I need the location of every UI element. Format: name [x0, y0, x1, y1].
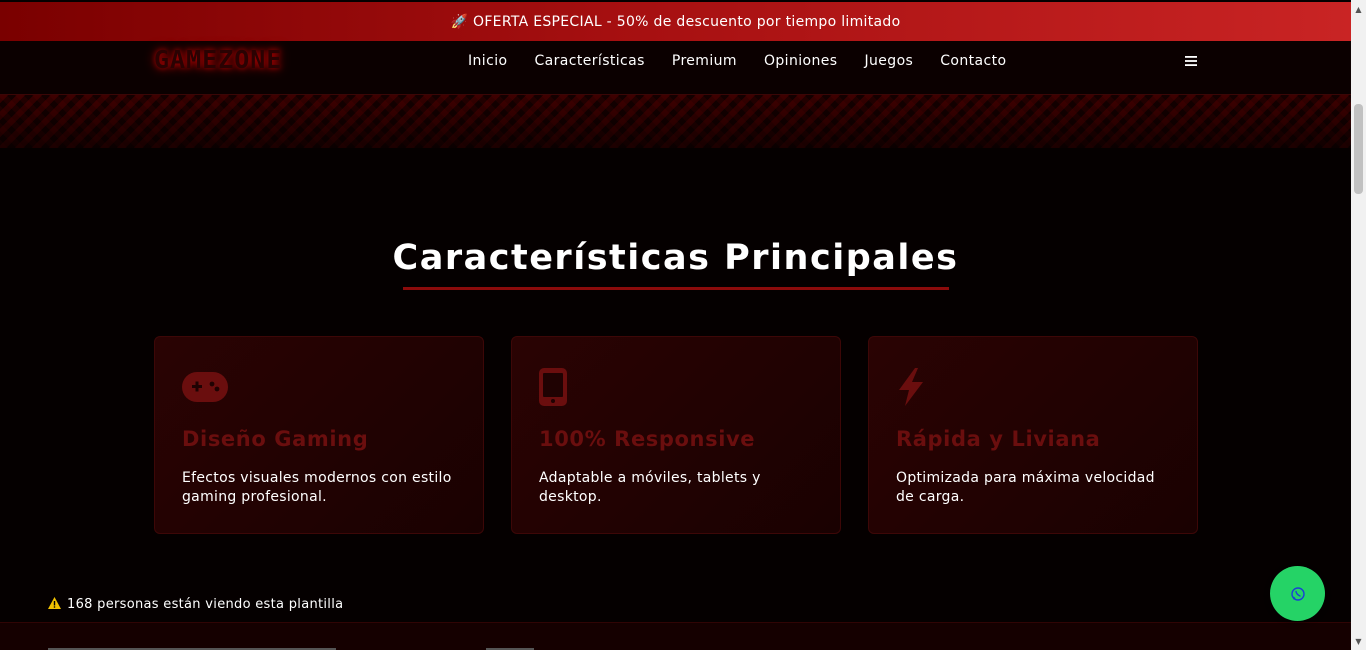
- pattern-band: [0, 95, 1351, 148]
- bolt-icon: [896, 367, 1170, 407]
- feature-title: Rápida y Liviana: [896, 427, 1101, 451]
- feature-title: 100% Responsive: [539, 427, 756, 451]
- nav-item-premium[interactable]: Premium: [672, 53, 737, 69]
- viewers-text: 168 personas están viendo esta plantilla: [67, 597, 344, 612]
- feature-title: Diseño Gaming: [182, 427, 369, 451]
- vertical-scrollbar[interactable]: ▲ ▼: [1351, 0, 1366, 650]
- site-logo[interactable]: GAMEZONE: [154, 45, 282, 74]
- feature-card-gaming: Diseño Gaming Efectos visuales modernos …: [154, 336, 484, 534]
- next-section-preview: [0, 622, 1351, 650]
- whatsapp-button[interactable]: [1270, 566, 1325, 621]
- feature-description: Efectos visuales modernos con estilo gam…: [182, 470, 452, 505]
- top-navigation: GAMEZONE Inicio Características Premium …: [0, 41, 1351, 95]
- page-viewport: 🚀 OFERTA ESPECIAL - 50% de descuento por…: [0, 0, 1351, 650]
- feature-description: Optimizada para máxima velocidad de carg…: [896, 470, 1155, 505]
- promo-banner[interactable]: 🚀 OFERTA ESPECIAL - 50% de descuento por…: [0, 2, 1351, 41]
- viewers-notice: 168 personas están viendo esta plantilla: [48, 597, 343, 612]
- scroll-up-arrow-icon[interactable]: ▲: [1351, 2, 1366, 16]
- promo-text: 🚀 OFERTA ESPECIAL - 50% de descuento por…: [450, 13, 901, 30]
- hamburger-icon[interactable]: [1184, 53, 1198, 72]
- nav-item-inicio[interactable]: Inicio: [468, 53, 507, 69]
- warning-icon: [48, 597, 61, 612]
- whatsapp-icon: [1290, 586, 1305, 601]
- feature-description: Adaptable a móviles, tablets y desktop.: [539, 470, 761, 505]
- gamepad-icon: [182, 367, 456, 407]
- scroll-thumb[interactable]: [1354, 104, 1363, 194]
- scroll-down-arrow-icon[interactable]: ▼: [1351, 634, 1366, 648]
- nav-item-caracteristicas[interactable]: Características: [534, 53, 644, 69]
- nav-item-contacto[interactable]: Contacto: [940, 53, 1006, 69]
- nav-item-opiniones[interactable]: Opiniones: [764, 53, 838, 69]
- feature-card-speed: Rápida y Liviana Optimizada para máxima …: [868, 336, 1198, 534]
- feature-card-responsive: 100% Responsive Adaptable a móviles, tab…: [511, 336, 841, 534]
- nav-menu: Inicio Características Premium Opiniones…: [468, 53, 1006, 69]
- features-title: Características Principales: [392, 238, 959, 278]
- nav-item-juegos[interactable]: Juegos: [864, 53, 913, 69]
- mobile-icon: [539, 367, 813, 407]
- title-underline: [403, 287, 949, 290]
